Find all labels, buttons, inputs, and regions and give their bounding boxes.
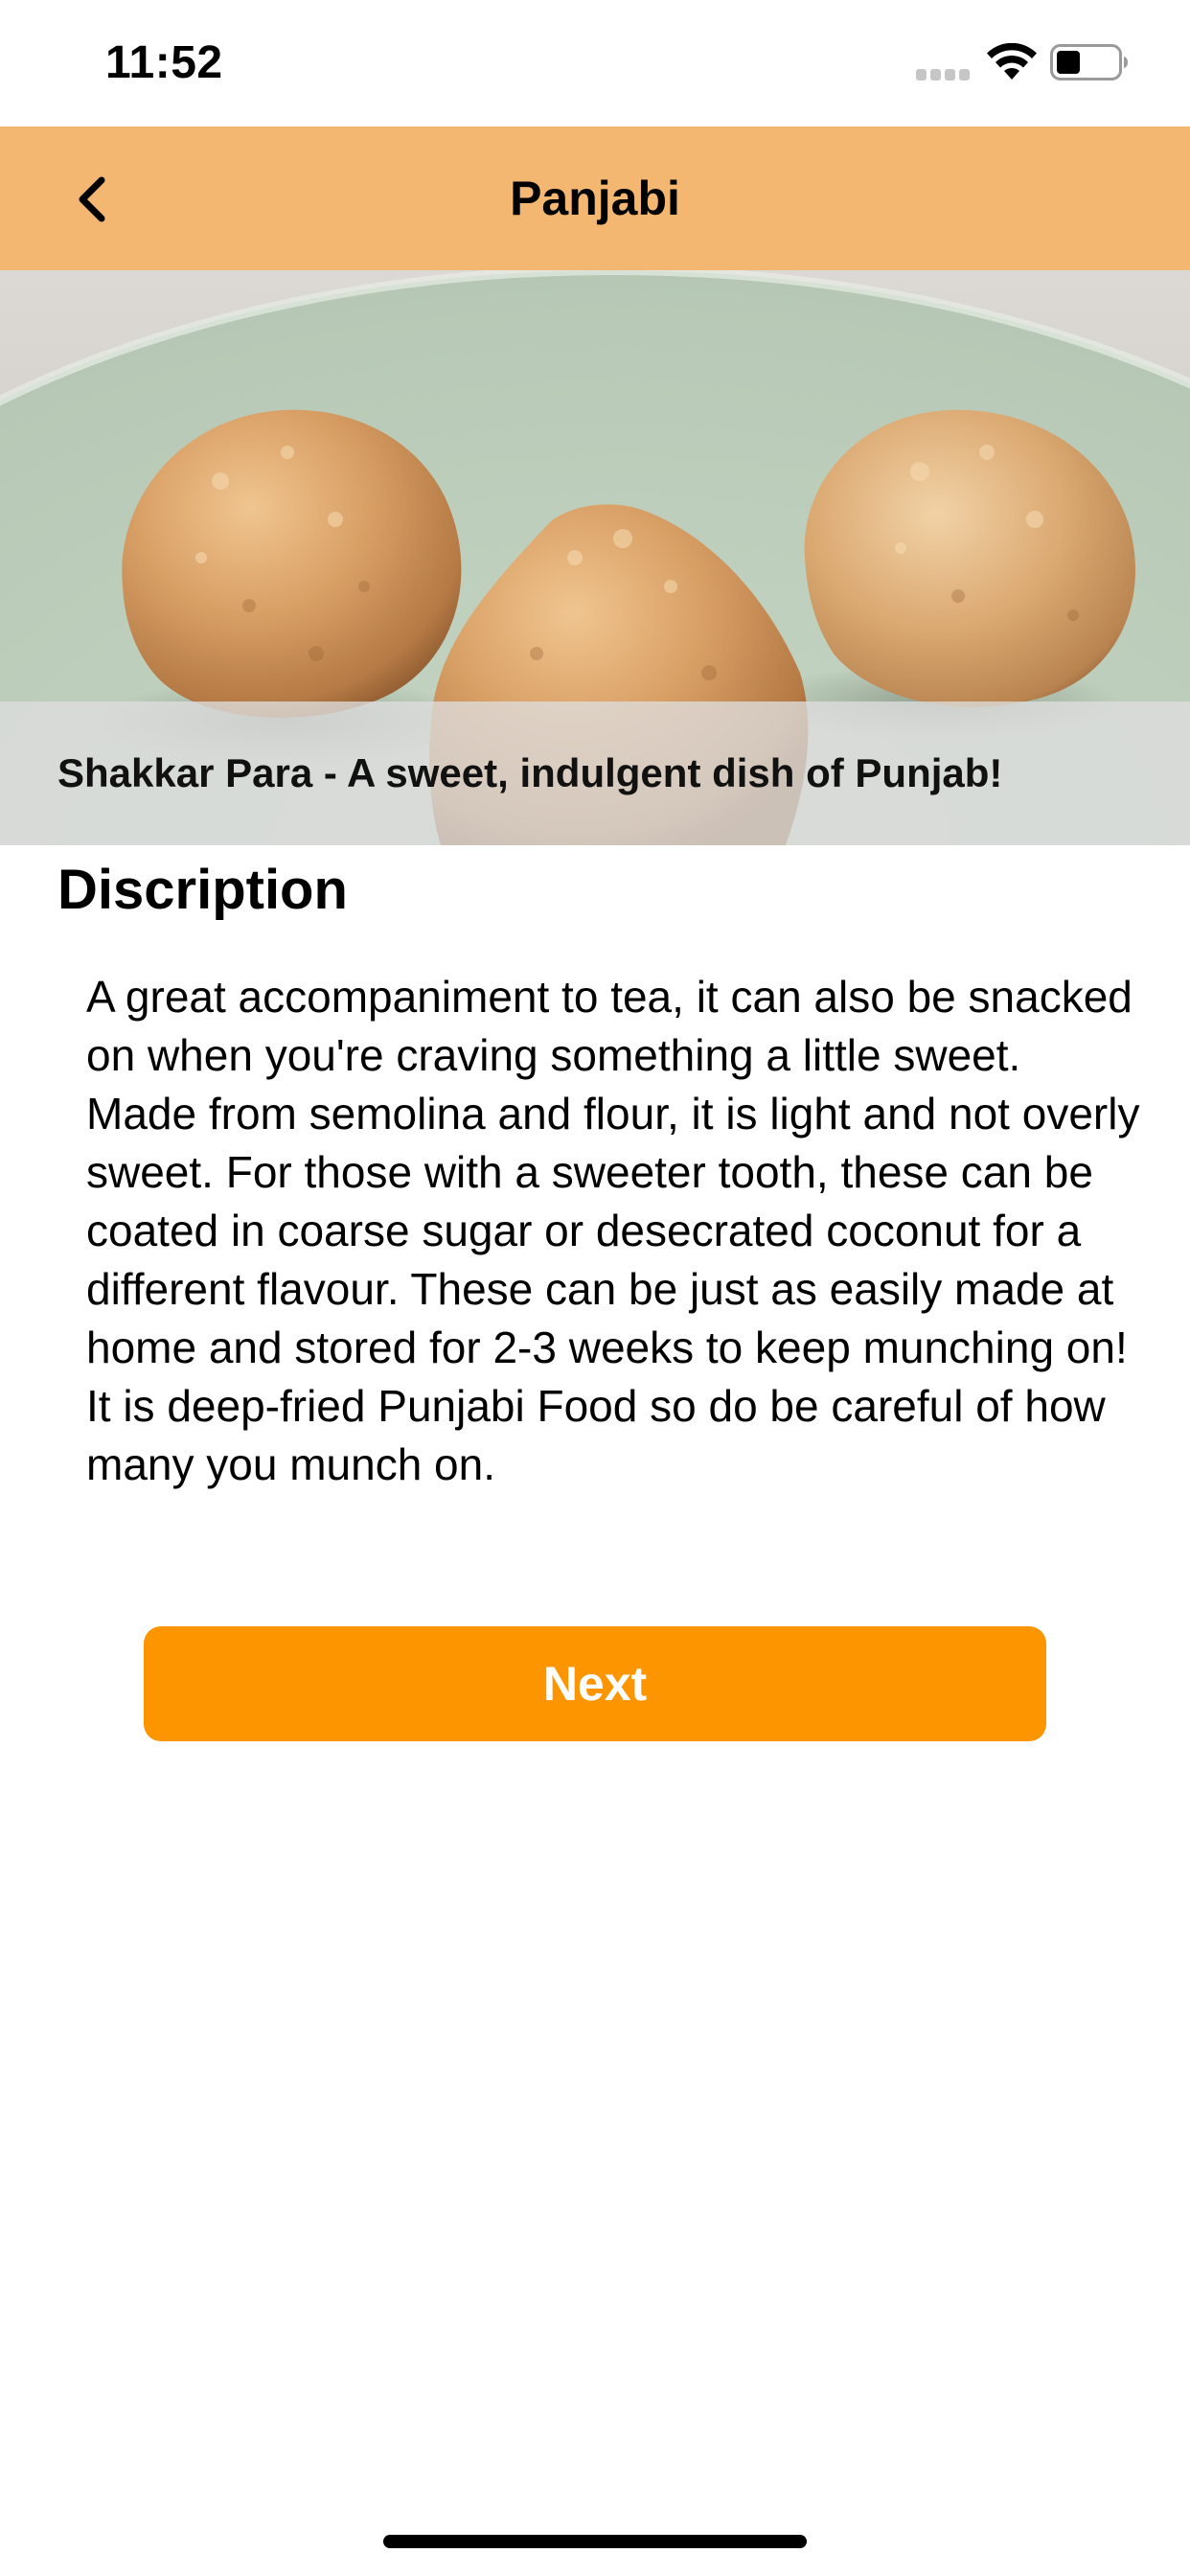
description-heading: Discription — [57, 859, 348, 921]
home-indicator[interactable] — [383, 2535, 807, 2548]
hero-image: Shakkar Para - A sweet, indulgent dish o… — [0, 270, 1190, 845]
status-time: 11:52 — [105, 37, 223, 88]
chevron-left-icon — [79, 176, 105, 222]
back-button[interactable] — [61, 161, 138, 238]
next-button[interactable]: Next — [144, 1626, 1046, 1741]
wifi-icon — [987, 43, 1037, 80]
description-text: A great accompaniment to tea, it can als… — [86, 972, 1140, 1489]
status-bar: 11:52 — [0, 0, 1190, 126]
navigation-bar: Panjabi — [0, 126, 1190, 270]
nav-title: Panjabi — [510, 172, 680, 225]
hero-caption: Shakkar Para - A sweet, indulgent dish o… — [57, 750, 1003, 795]
battery-icon — [1050, 44, 1128, 80]
signal-icon — [916, 69, 972, 80]
hero-caption-bar: Shakkar Para - A sweet, indulgent dish o… — [0, 702, 1190, 845]
